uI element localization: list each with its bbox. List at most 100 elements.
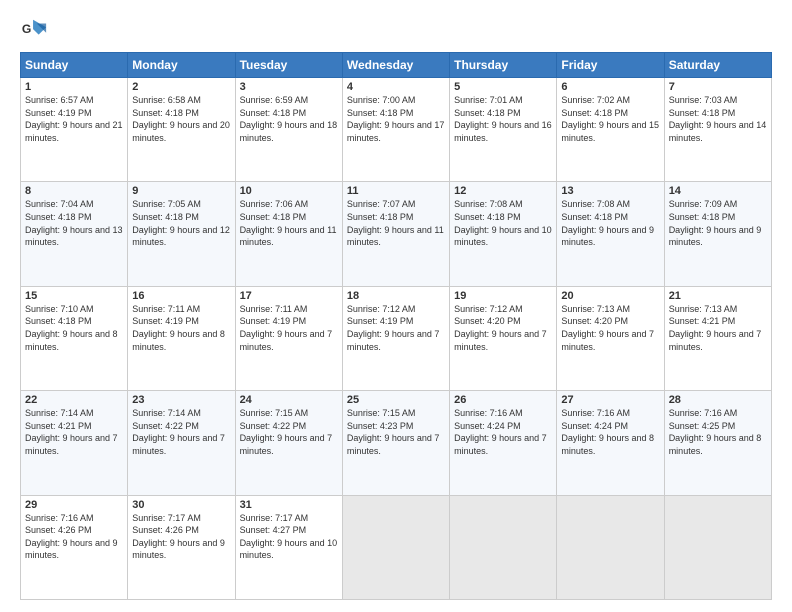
- day-number: 7: [669, 81, 767, 93]
- day-number: 4: [347, 81, 445, 93]
- day-cell: 11 Sunrise: 7:07 AMSunset: 4:18 PMDaylig…: [342, 182, 449, 286]
- day-number: 11: [347, 185, 445, 197]
- day-number: 21: [669, 290, 767, 302]
- svg-text:G: G: [22, 22, 31, 36]
- day-cell: 29 Sunrise: 7:16 AMSunset: 4:26 PMDaylig…: [21, 495, 128, 599]
- day-number: 30: [132, 499, 230, 511]
- weekday-header-sunday: Sunday: [21, 53, 128, 78]
- day-number: 22: [25, 394, 123, 406]
- day-detail: Sunrise: 7:14 AMSunset: 4:21 PMDaylight:…: [25, 407, 123, 457]
- day-cell: [557, 495, 664, 599]
- day-detail: Sunrise: 7:09 AMSunset: 4:18 PMDaylight:…: [669, 198, 767, 248]
- day-detail: Sunrise: 7:08 AMSunset: 4:18 PMDaylight:…: [454, 198, 552, 248]
- day-detail: Sunrise: 7:07 AMSunset: 4:18 PMDaylight:…: [347, 198, 445, 248]
- day-number: 18: [347, 290, 445, 302]
- day-cell: 9 Sunrise: 7:05 AMSunset: 4:18 PMDayligh…: [128, 182, 235, 286]
- weekday-header-saturday: Saturday: [664, 53, 771, 78]
- day-cell: [450, 495, 557, 599]
- day-number: 24: [240, 394, 338, 406]
- day-detail: Sunrise: 7:02 AMSunset: 4:18 PMDaylight:…: [561, 94, 659, 144]
- day-cell: 26 Sunrise: 7:16 AMSunset: 4:24 PMDaylig…: [450, 391, 557, 495]
- day-number: 5: [454, 81, 552, 93]
- day-number: 29: [25, 499, 123, 511]
- day-number: 25: [347, 394, 445, 406]
- day-number: 10: [240, 185, 338, 197]
- day-cell: 14 Sunrise: 7:09 AMSunset: 4:18 PMDaylig…: [664, 182, 771, 286]
- day-detail: Sunrise: 7:17 AMSunset: 4:27 PMDaylight:…: [240, 512, 338, 562]
- day-detail: Sunrise: 6:57 AMSunset: 4:19 PMDaylight:…: [25, 94, 123, 144]
- day-detail: Sunrise: 7:16 AMSunset: 4:26 PMDaylight:…: [25, 512, 123, 562]
- calendar: SundayMondayTuesdayWednesdayThursdayFrid…: [20, 52, 772, 600]
- day-cell: 19 Sunrise: 7:12 AMSunset: 4:20 PMDaylig…: [450, 286, 557, 390]
- day-cell: 21 Sunrise: 7:13 AMSunset: 4:21 PMDaylig…: [664, 286, 771, 390]
- day-number: 14: [669, 185, 767, 197]
- day-detail: Sunrise: 7:13 AMSunset: 4:20 PMDaylight:…: [561, 303, 659, 353]
- day-detail: Sunrise: 7:15 AMSunset: 4:23 PMDaylight:…: [347, 407, 445, 457]
- day-cell: 16 Sunrise: 7:11 AMSunset: 4:19 PMDaylig…: [128, 286, 235, 390]
- day-cell: 4 Sunrise: 7:00 AMSunset: 4:18 PMDayligh…: [342, 78, 449, 182]
- day-cell: [342, 495, 449, 599]
- day-number: 9: [132, 185, 230, 197]
- week-row-2: 8 Sunrise: 7:04 AMSunset: 4:18 PMDayligh…: [21, 182, 772, 286]
- day-number: 2: [132, 81, 230, 93]
- day-cell: 7 Sunrise: 7:03 AMSunset: 4:18 PMDayligh…: [664, 78, 771, 182]
- day-number: 17: [240, 290, 338, 302]
- day-cell: 17 Sunrise: 7:11 AMSunset: 4:19 PMDaylig…: [235, 286, 342, 390]
- weekday-header-thursday: Thursday: [450, 53, 557, 78]
- day-cell: 12 Sunrise: 7:08 AMSunset: 4:18 PMDaylig…: [450, 182, 557, 286]
- day-cell: 20 Sunrise: 7:13 AMSunset: 4:20 PMDaylig…: [557, 286, 664, 390]
- day-cell: 6 Sunrise: 7:02 AMSunset: 4:18 PMDayligh…: [557, 78, 664, 182]
- day-detail: Sunrise: 7:06 AMSunset: 4:18 PMDaylight:…: [240, 198, 338, 248]
- week-row-4: 22 Sunrise: 7:14 AMSunset: 4:21 PMDaylig…: [21, 391, 772, 495]
- day-detail: Sunrise: 7:11 AMSunset: 4:19 PMDaylight:…: [240, 303, 338, 353]
- day-cell: 15 Sunrise: 7:10 AMSunset: 4:18 PMDaylig…: [21, 286, 128, 390]
- day-number: 1: [25, 81, 123, 93]
- day-detail: Sunrise: 7:12 AMSunset: 4:20 PMDaylight:…: [454, 303, 552, 353]
- day-number: 3: [240, 81, 338, 93]
- weekday-header-monday: Monday: [128, 53, 235, 78]
- week-row-1: 1 Sunrise: 6:57 AMSunset: 4:19 PMDayligh…: [21, 78, 772, 182]
- day-cell: 28 Sunrise: 7:16 AMSunset: 4:25 PMDaylig…: [664, 391, 771, 495]
- day-number: 31: [240, 499, 338, 511]
- day-detail: Sunrise: 7:16 AMSunset: 4:24 PMDaylight:…: [454, 407, 552, 457]
- day-detail: Sunrise: 7:05 AMSunset: 4:18 PMDaylight:…: [132, 198, 230, 248]
- day-detail: Sunrise: 7:10 AMSunset: 4:18 PMDaylight:…: [25, 303, 123, 353]
- day-detail: Sunrise: 7:14 AMSunset: 4:22 PMDaylight:…: [132, 407, 230, 457]
- day-number: 27: [561, 394, 659, 406]
- day-cell: 5 Sunrise: 7:01 AMSunset: 4:18 PMDayligh…: [450, 78, 557, 182]
- day-detail: Sunrise: 7:00 AMSunset: 4:18 PMDaylight:…: [347, 94, 445, 144]
- day-detail: Sunrise: 6:59 AMSunset: 4:18 PMDaylight:…: [240, 94, 338, 144]
- week-row-5: 29 Sunrise: 7:16 AMSunset: 4:26 PMDaylig…: [21, 495, 772, 599]
- day-detail: Sunrise: 7:16 AMSunset: 4:25 PMDaylight:…: [669, 407, 767, 457]
- day-number: 16: [132, 290, 230, 302]
- day-detail: Sunrise: 7:03 AMSunset: 4:18 PMDaylight:…: [669, 94, 767, 144]
- day-cell: 22 Sunrise: 7:14 AMSunset: 4:21 PMDaylig…: [21, 391, 128, 495]
- day-cell: 31 Sunrise: 7:17 AMSunset: 4:27 PMDaylig…: [235, 495, 342, 599]
- day-cell: 18 Sunrise: 7:12 AMSunset: 4:19 PMDaylig…: [342, 286, 449, 390]
- day-number: 23: [132, 394, 230, 406]
- day-detail: Sunrise: 7:04 AMSunset: 4:18 PMDaylight:…: [25, 198, 123, 248]
- weekday-header-row: SundayMondayTuesdayWednesdayThursdayFrid…: [21, 53, 772, 78]
- day-cell: 23 Sunrise: 7:14 AMSunset: 4:22 PMDaylig…: [128, 391, 235, 495]
- day-number: 26: [454, 394, 552, 406]
- day-cell: [664, 495, 771, 599]
- day-detail: Sunrise: 7:11 AMSunset: 4:19 PMDaylight:…: [132, 303, 230, 353]
- day-number: 12: [454, 185, 552, 197]
- day-detail: Sunrise: 7:17 AMSunset: 4:26 PMDaylight:…: [132, 512, 230, 562]
- logo-icon: G: [20, 16, 48, 44]
- week-row-3: 15 Sunrise: 7:10 AMSunset: 4:18 PMDaylig…: [21, 286, 772, 390]
- day-detail: Sunrise: 7:12 AMSunset: 4:19 PMDaylight:…: [347, 303, 445, 353]
- day-number: 28: [669, 394, 767, 406]
- day-cell: 2 Sunrise: 6:58 AMSunset: 4:18 PMDayligh…: [128, 78, 235, 182]
- day-number: 6: [561, 81, 659, 93]
- logo: G: [20, 16, 52, 44]
- weekday-header-wednesday: Wednesday: [342, 53, 449, 78]
- weekday-header-tuesday: Tuesday: [235, 53, 342, 78]
- day-detail: Sunrise: 6:58 AMSunset: 4:18 PMDaylight:…: [132, 94, 230, 144]
- day-cell: 24 Sunrise: 7:15 AMSunset: 4:22 PMDaylig…: [235, 391, 342, 495]
- day-number: 20: [561, 290, 659, 302]
- day-cell: 27 Sunrise: 7:16 AMSunset: 4:24 PMDaylig…: [557, 391, 664, 495]
- day-cell: 10 Sunrise: 7:06 AMSunset: 4:18 PMDaylig…: [235, 182, 342, 286]
- day-cell: 1 Sunrise: 6:57 AMSunset: 4:19 PMDayligh…: [21, 78, 128, 182]
- day-detail: Sunrise: 7:13 AMSunset: 4:21 PMDaylight:…: [669, 303, 767, 353]
